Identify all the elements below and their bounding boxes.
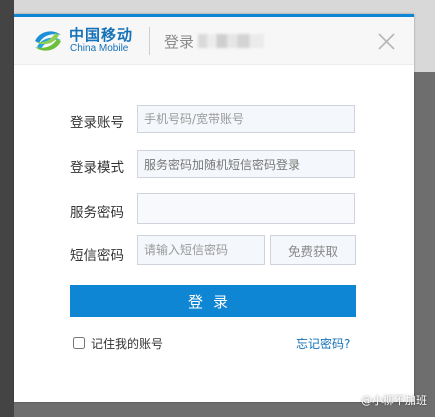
account-input[interactable]	[137, 105, 355, 133]
service-password-label: 服务密码	[70, 205, 124, 221]
dialog-header: 中国移动 China Mobile 登录	[14, 17, 414, 65]
remember-account-label: 记住我的账号	[91, 337, 164, 351]
login-mode-label: 登录模式	[70, 160, 124, 176]
forgot-password-link[interactable]: 忘记密码?	[296, 335, 350, 352]
watermark: @小柳不加班	[361, 394, 427, 407]
login-dialog: 中国移动 China Mobile 登录 登录账号 登录模式 服务密码 短信密码…	[14, 14, 414, 402]
account-label: 登录账号	[70, 115, 124, 131]
brand-name-cn: 中国移动	[69, 26, 134, 44]
brand-name-en: China Mobile	[70, 43, 129, 54]
sms-password-label: 短信密码	[70, 248, 124, 264]
login-button[interactable]: 登录	[70, 285, 356, 317]
china-mobile-logo-icon	[35, 31, 61, 51]
sms-password-input[interactable]	[137, 235, 265, 265]
remember-account-checkbox[interactable]	[73, 337, 85, 349]
dialog-title: 登录	[164, 33, 195, 51]
service-password-input[interactable]	[137, 193, 355, 224]
login-mode-field[interactable]	[137, 150, 355, 178]
background-page-edge	[0, 0, 14, 417]
close-icon[interactable]	[378, 33, 395, 50]
header-divider	[149, 27, 150, 55]
blurred-redaction	[198, 34, 264, 48]
get-sms-code-button[interactable]: 免费获取	[270, 235, 356, 265]
